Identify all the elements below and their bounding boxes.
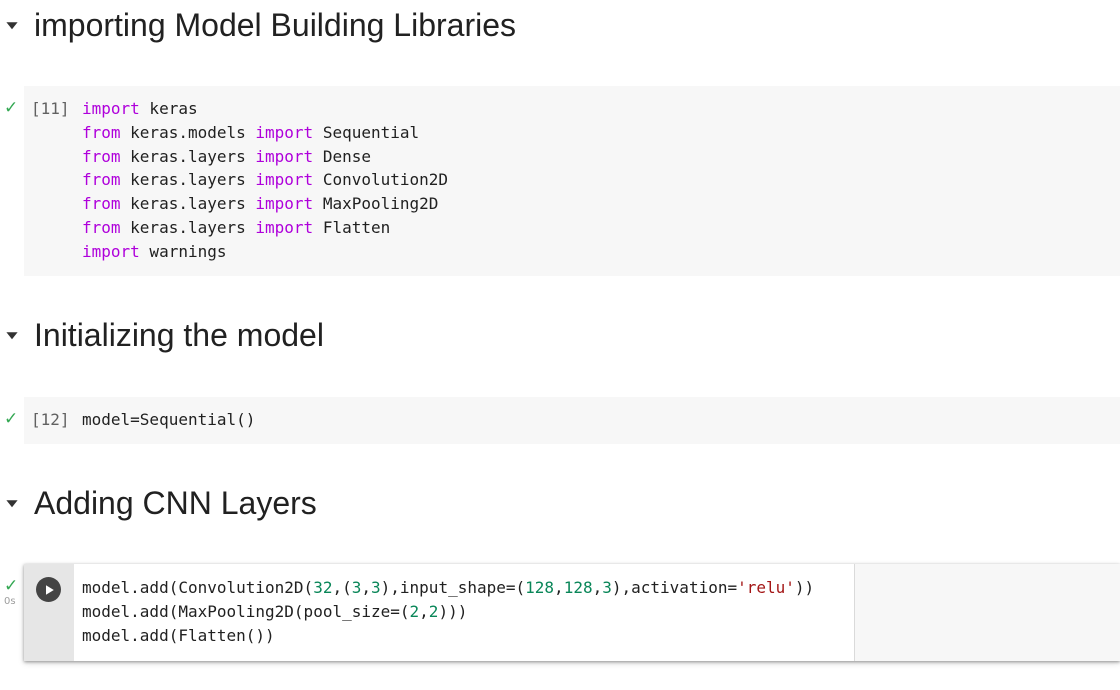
code-token: import: [82, 99, 140, 118]
code-token: 'relu': [737, 578, 795, 597]
code-token: 2: [428, 601, 439, 621]
code-token: from: [82, 146, 121, 166]
code-token: from: [82, 217, 121, 237]
caret-down-icon: [6, 332, 18, 340]
checkmark-icon: ✓: [4, 409, 19, 429]
play-icon: [45, 584, 54, 595]
checkmark-icon: ✓: [4, 98, 19, 118]
code-line: from keras.models import Sequential: [82, 122, 420, 142]
code-token: 3: [371, 578, 381, 597]
code-token: 128: [525, 578, 555, 597]
code-token: from: [82, 170, 121, 190]
code-token: import: [255, 170, 314, 190]
code-token: 3: [602, 578, 612, 597]
section-title: Adding CNN Layers: [34, 484, 317, 521]
execution-time: 0s: [4, 596, 16, 607]
code-token: import: [255, 194, 314, 214]
code-line: from keras.layers import MaxPooling2D: [82, 194, 439, 214]
section-title: Initializing the model: [34, 316, 324, 353]
code-line: model=Sequential(): [82, 410, 256, 429]
code-line: import keras: [82, 99, 198, 118]
checkmark-icon: ✓: [4, 576, 19, 596]
code-editor[interactable]: model.add(Convolution2D(32,(3,3),input_s…: [82, 576, 814, 647]
execution-count: [11]: [31, 99, 70, 118]
collapse-caret-button[interactable]: [0, 323, 24, 347]
code-token: 3: [351, 578, 362, 597]
code-line: from keras.layers import Convolution2D: [82, 170, 449, 190]
section-header-cnn: Adding CNN Layers: [0, 478, 317, 528]
code-token: from: [82, 194, 121, 214]
code-editor[interactable]: model=Sequential(): [82, 408, 255, 432]
code-line: import warnings: [82, 241, 227, 261]
code-token: import: [255, 146, 314, 166]
code-token: from: [82, 122, 121, 142]
code-token: import: [255, 122, 314, 142]
section-title: importing Model Building Libraries: [34, 6, 517, 43]
code-token: 2: [409, 601, 420, 621]
code-line: from keras.layers import Dense: [82, 146, 371, 166]
execution-count: [12]: [31, 410, 70, 429]
code-line: model.add(Flatten()): [82, 625, 275, 645]
caret-down-icon: [6, 22, 18, 30]
code-token: 128: [563, 578, 593, 597]
code-line: model.add(Convolution2D(32,(3,3),input_s…: [82, 578, 815, 597]
section-header-init: Initializing the model: [0, 310, 324, 360]
code-token: import: [82, 241, 140, 261]
run-cell-button[interactable]: [36, 577, 61, 602]
code-line: from keras.layers import Flatten: [82, 217, 391, 237]
code-line: model.add(MaxPooling2D(pool_size=(2,2))): [82, 601, 468, 621]
collapse-caret-button[interactable]: [0, 491, 24, 515]
code-editor[interactable]: import keras from keras.models import Seq…: [82, 97, 448, 264]
section-header-imports: importing Model Building Libraries: [0, 0, 516, 50]
cell-gutter: [24, 564, 74, 661]
code-token: import: [255, 217, 314, 237]
code-token: 32: [313, 578, 333, 597]
collapse-caret-button[interactable]: [0, 13, 24, 37]
caret-down-icon: [6, 500, 18, 508]
